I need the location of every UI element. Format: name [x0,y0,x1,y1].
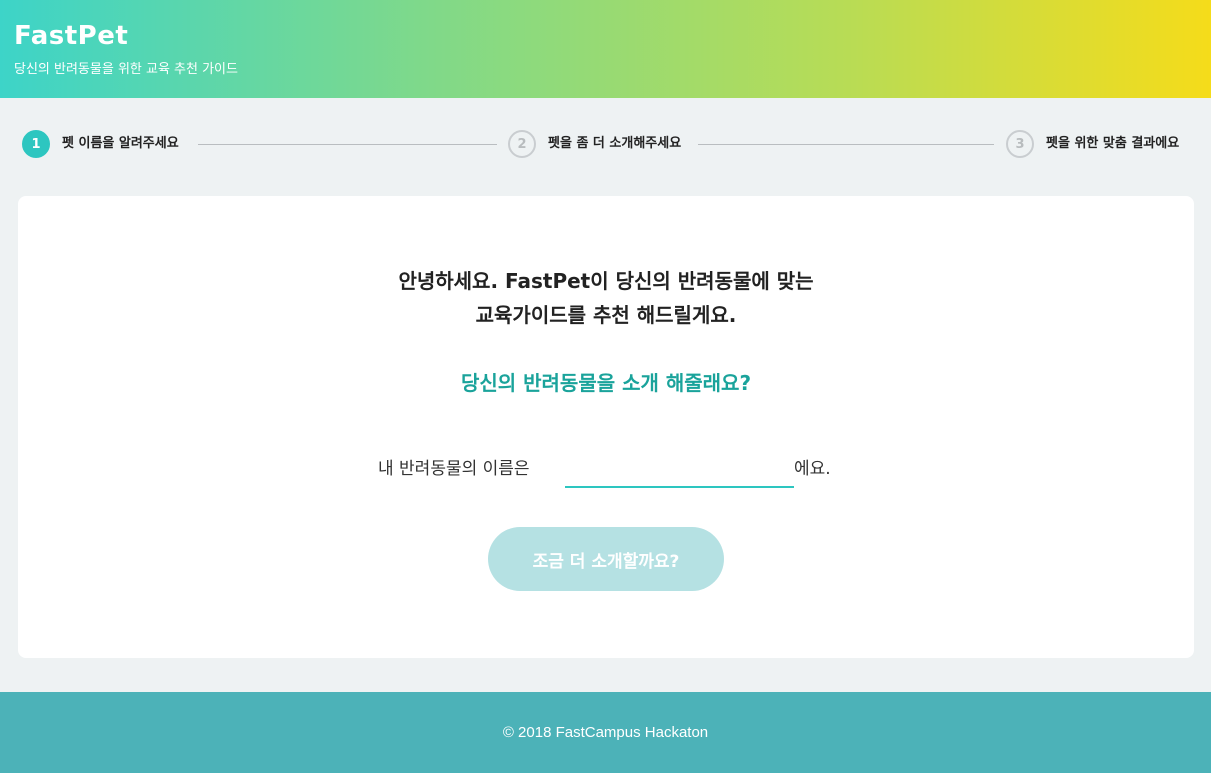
step-1-label: 펫 이름을 알려주세요 [62,136,179,151]
intro-text: 안녕하세요. FastPet이 당신의 반려동물에 맞는 교육가이드를 추천 해… [18,264,1194,332]
main-card: 안녕하세요. FastPet이 당신의 반려동물에 맞는 교육가이드를 추천 해… [18,196,1194,658]
footer-copyright: © 2018 FastCampus Hackaton [502,724,709,741]
pet-name-input[interactable] [565,452,794,488]
pet-name-row: 내 반려동물의 이름은 에요. [18,452,1194,492]
progress-stepper: 1 펫 이름을 알려주세요 2 펫을 좀 더 소개해주세요 3 펫을 위한 맞춤… [22,130,1192,160]
step-2-indicator: 2 [508,130,536,158]
step-1-indicator: 1 [22,130,50,158]
next-step-button[interactable]: 조금 더 소개할까요? [488,527,724,591]
fastpet-logo[interactable]: FastPet [14,20,1211,52]
step-connector-1 [198,144,497,145]
step-3-indicator: 3 [1006,130,1034,158]
step-3-label: 펫을 위한 맞춤 결과에요 [1046,136,1180,151]
app-header: FastPet 당신의 반려동물을 위한 교육 추천 가이드 [0,0,1211,98]
header-tagline: 당신의 반려동물을 위한 교육 추천 가이드 [14,62,238,77]
question-heading: 당신의 반려동물을 소개 해줄래요? [460,371,752,395]
step-2-label: 펫을 좀 더 소개해주세요 [548,136,682,151]
pet-name-suffix: 에요. [794,459,831,479]
intro-line-1: 안녕하세요. FastPet이 당신의 반려동물에 맞는 [398,269,814,293]
step-connector-2 [698,144,994,145]
pet-name-prefix: 내 반려동물의 이름은 [378,459,530,479]
intro-line-2: 교육가이드를 추천 해드릴게요. [475,303,737,327]
page-footer: © 2018 FastCampus Hackaton [0,692,1211,773]
